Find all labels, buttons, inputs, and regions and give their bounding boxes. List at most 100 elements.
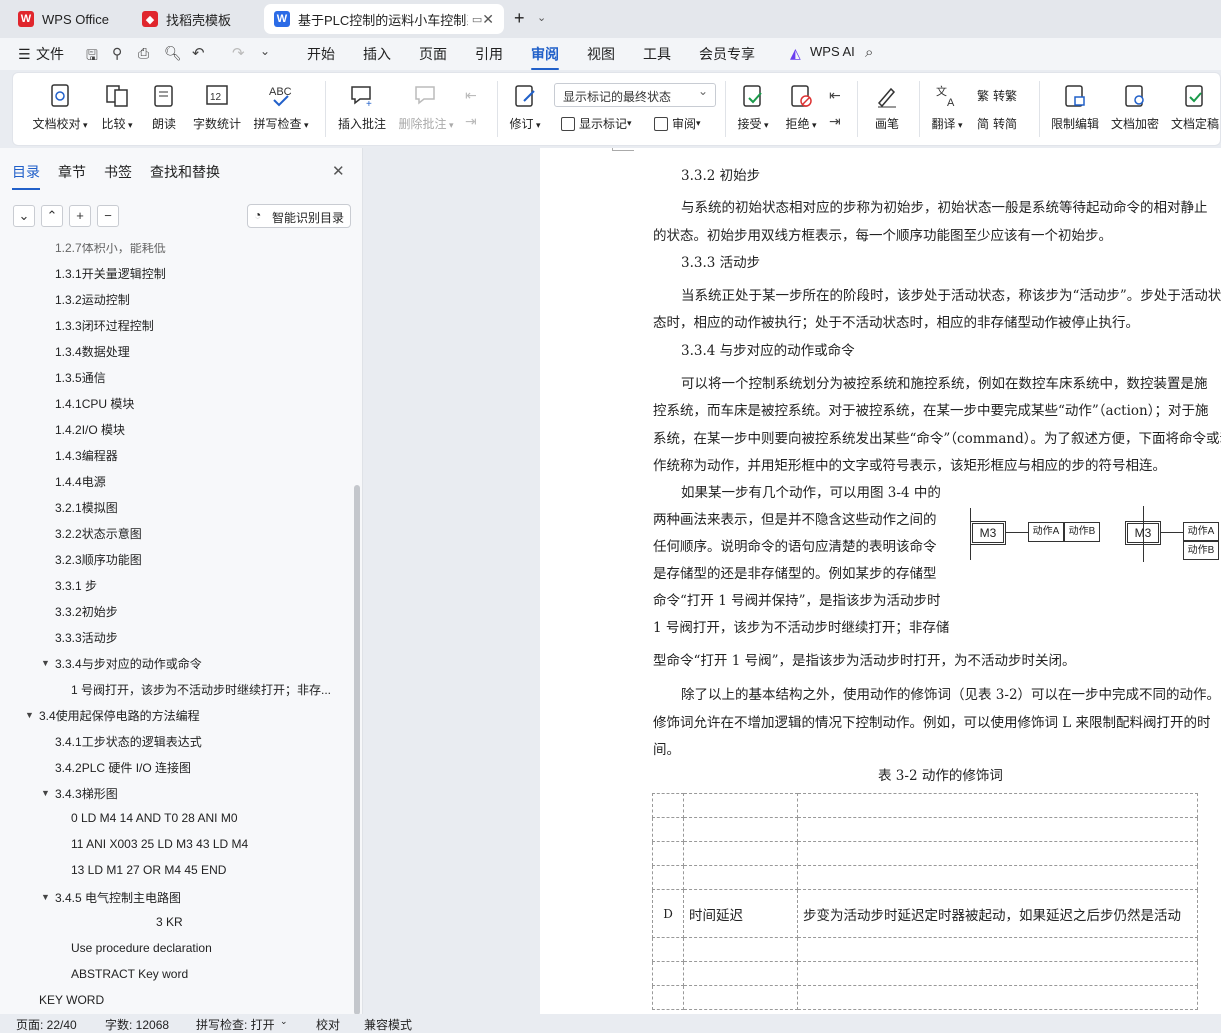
toc-item[interactable]: 1.2.7体积小，能耗低 (55, 243, 166, 256)
expand-arrow-icon[interactable]: ▼ (25, 710, 34, 720)
toc-item[interactable]: 1.3.4数据处理 (55, 343, 130, 360)
toc-item[interactable]: ABSTRACT Key word (71, 967, 188, 981)
toc-item[interactable]: 3.4.5 电气控制主电路图 (55, 889, 181, 906)
prev-change-icon[interactable]: ⇤ (829, 87, 841, 104)
toc-item[interactable]: 1.3.3闭环过程控制 (55, 317, 154, 334)
sidebar-scrollbar[interactable] (354, 485, 360, 1015)
insert-comment-button[interactable]: + 插入批注 (333, 79, 391, 132)
toc-item[interactable]: 3.3.3活动步 (55, 629, 118, 646)
toc-item[interactable]: 3.3.2初始步 (55, 603, 118, 620)
menu-member[interactable]: 会员专享 (699, 44, 755, 64)
finalize-button[interactable]: 文档定稿 (1167, 79, 1221, 132)
restrict-edit-button[interactable]: 限制编辑 (1047, 79, 1103, 132)
more-chevron-icon[interactable]: ⌄ (260, 44, 270, 58)
toc-item[interactable]: KEY WORD (39, 993, 104, 1007)
word-count-button[interactable]: 12 字数统计 (189, 79, 245, 132)
undo-icon[interactable]: ↶ (192, 44, 205, 62)
toc-item[interactable]: 3.4.3梯形图 (55, 785, 118, 802)
to-traditional-button[interactable]: 繁转繁 (977, 87, 1017, 104)
pen-button[interactable]: 画笔 (865, 79, 909, 132)
toc-item[interactable]: 3.2.3顺序功能图 (55, 551, 142, 568)
tab-chapter[interactable]: 章节 (58, 162, 86, 182)
add-level-icon[interactable]: + (69, 205, 91, 227)
page-indicator[interactable]: 页面: 22/40 (16, 1016, 77, 1033)
menu-wps-ai[interactable]: WPS AI (810, 44, 855, 59)
markup-select[interactable]: 显示标记的最终状态 (554, 83, 716, 107)
review-pane-button[interactable]: 审阅 ▾ (654, 115, 701, 132)
toc-item[interactable]: 1.4.4电源 (55, 473, 106, 490)
next-comment-icon[interactable]: ⇥ (465, 113, 477, 130)
print-preview-icon[interactable]: 🔍︎ (164, 45, 182, 62)
toc-item[interactable]: 1.4.3编程器 (55, 447, 118, 464)
toc-item[interactable]: 1.4.1CPU 模块 (55, 395, 134, 412)
tab-bookmark[interactable]: 书签 (104, 162, 132, 182)
share-icon[interactable]: ⚲ (112, 45, 122, 62)
expand-up-icon[interactable]: ⌃ (41, 205, 63, 227)
chevron-down-icon[interactable]: ⌄ (537, 11, 546, 24)
to-simplified-button[interactable]: 简转简 (977, 115, 1017, 132)
toc-item[interactable]: 1.4.2I/O 模块 (55, 421, 125, 438)
delete-comment-button[interactable]: 删除批注 ▾ (395, 79, 457, 132)
toc-item[interactable]: 3.3.1 步 (55, 577, 97, 594)
revise-button[interactable]: 修订 ▾ (505, 79, 545, 132)
toc-item[interactable]: Use procedure declaration (71, 941, 212, 955)
tab-find-replace[interactable]: 查找和替换 (150, 162, 220, 182)
compare-button[interactable]: 比较 ▾ (97, 79, 137, 132)
close-tab-icon[interactable]: ✕ (482, 11, 494, 28)
toc-item[interactable]: 1 号阀打开，该步为不活动步时继续打开；非存... (71, 681, 331, 698)
close-pane-icon[interactable]: ✕ (332, 162, 345, 180)
new-tab-icon[interactable]: + (514, 8, 525, 29)
menu-start[interactable]: 开始 (307, 44, 335, 64)
remove-level-icon[interactable]: − (97, 205, 119, 227)
hamburger-icon[interactable]: ☰ (18, 46, 31, 63)
toc-item[interactable]: 1.3.1开关量逻辑控制 (55, 265, 166, 282)
redo-icon[interactable]: ↷ (232, 44, 245, 62)
proof-status[interactable]: 校对 (316, 1016, 340, 1033)
menu-page[interactable]: 页面 (419, 44, 447, 64)
doc-check-button[interactable]: 文档校对 ▾ (29, 79, 91, 132)
reject-button[interactable]: 拒绝 ▾ (781, 79, 821, 132)
toc-item[interactable]: 11 ANI X003 25 LD M3 43 LD M4 (71, 837, 248, 851)
menu-view[interactable]: 视图 (587, 44, 615, 64)
toc-item[interactable]: 3.2.1模拟图 (55, 499, 118, 516)
toc-item[interactable]: 1.3.5通信 (55, 369, 106, 386)
show-markup-button[interactable]: 显示标记 ▾ (561, 115, 632, 132)
tab-toc[interactable]: 目录 (12, 162, 40, 190)
read-aloud-button[interactable]: 朗读 (147, 79, 181, 132)
save-icon[interactable]: 🖫 (86, 45, 98, 69)
spell-chevron-icon[interactable]: ⌄ (280, 1016, 288, 1027)
menu-tools[interactable]: 工具 (643, 44, 671, 64)
spell-status[interactable]: 拼写检查: 打开 (196, 1016, 275, 1033)
prev-comment-icon[interactable]: ⇤ (465, 87, 477, 104)
toc-item[interactable]: 3.3.4与步对应的动作或命令 (55, 655, 202, 672)
tab-wps-office[interactable]: W WPS Office (8, 4, 126, 34)
tab-document[interactable]: W 基于PLC控制的运料小车控制系 ▭ ✕ (264, 4, 504, 34)
collapse-all-icon[interactable]: ⌄ (13, 205, 35, 227)
menu-reference[interactable]: 引用 (475, 44, 503, 64)
word-count[interactable]: 字数: 12068 (105, 1016, 169, 1033)
encrypt-button[interactable]: 文档加密 (1107, 79, 1163, 132)
menu-insert[interactable]: 插入 (363, 44, 391, 64)
menu-file[interactable]: 文件 (36, 44, 64, 64)
next-change-icon[interactable]: ⇥ (829, 113, 841, 130)
toc-item[interactable]: 3.4.2PLC 硬件 I/O 连接图 (55, 759, 191, 776)
toc-item[interactable]: 13 LD M1 27 OR M4 45 END (71, 863, 226, 877)
expand-arrow-icon[interactable]: ▼ (41, 788, 50, 798)
toc-item[interactable]: 0 LD M4 14 AND T0 28 ANI M0 (71, 811, 238, 825)
toc-item[interactable]: 3.4.1工步状态的逻辑表达式 (55, 733, 202, 750)
search-icon[interactable]: ⌕ (865, 44, 873, 61)
toc-item[interactable]: 1.3.2运动控制 (55, 291, 130, 308)
toc-item[interactable]: 3.2.2状态示意图 (55, 525, 142, 542)
expand-arrow-icon[interactable]: ▼ (41, 892, 50, 902)
print-icon[interactable]: ⎙ (138, 45, 149, 62)
toc-item[interactable]: 3 KR (156, 915, 183, 929)
translate-button[interactable]: 文A 翻译 ▾ (925, 79, 969, 132)
menu-review[interactable]: 审阅 (531, 44, 559, 70)
expand-arrow-icon[interactable]: ▼ (41, 658, 50, 668)
smart-toc-button[interactable]: ◔ 智能识别目录 (247, 204, 351, 228)
accept-button[interactable]: 接受 ▾ (733, 79, 773, 132)
spell-check-button[interactable]: ABC 拼写检查 ▾ (251, 79, 311, 132)
toc-item[interactable]: 3.4使用起保停电路的方法编程 (39, 707, 200, 724)
tab-template[interactable]: ◆ 找稻壳模板 (132, 4, 260, 34)
document-page[interactable]: 3.3.2 初始步 与系统的初始状态相对应的步称为初始步，初始状态一般是系统等待… (540, 148, 1221, 1014)
